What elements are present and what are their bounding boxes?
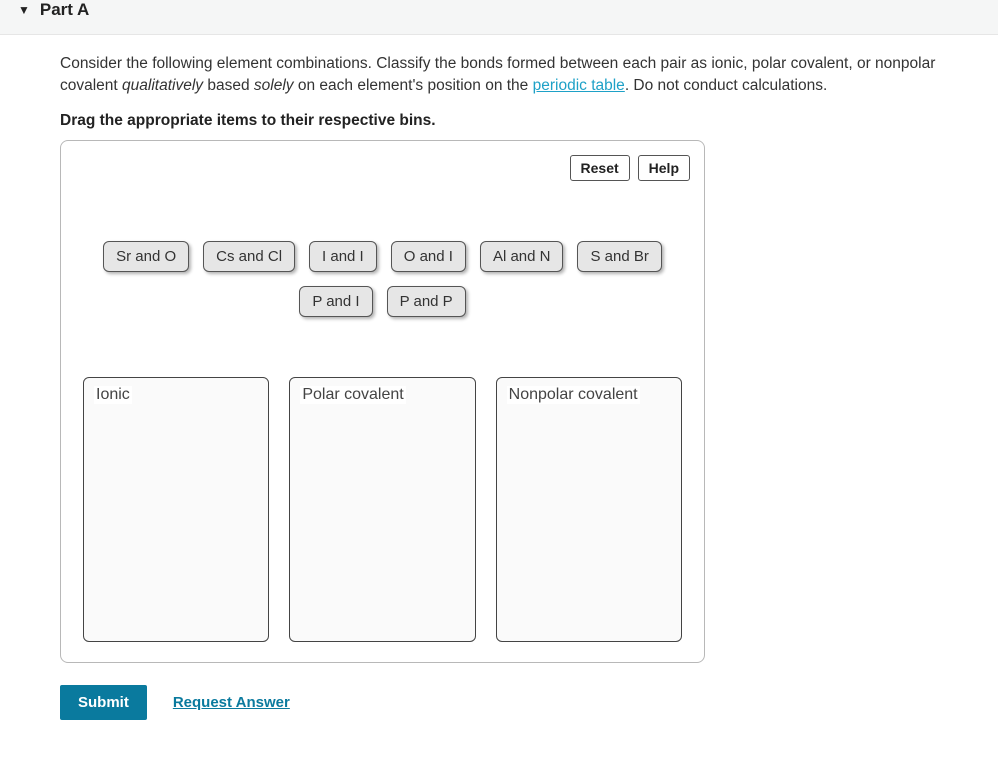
toolbar: Reset Help xyxy=(75,155,690,181)
work-area: Reset Help Sr and O Cs and Cl I and I O … xyxy=(60,140,705,663)
actions-row: Submit Request Answer xyxy=(60,685,988,720)
items-row: Sr and O Cs and Cl I and I O and I Al an… xyxy=(95,241,670,317)
content-area: Consider the following element combinati… xyxy=(0,35,998,730)
question-post: . Do not conduct calculations. xyxy=(625,77,827,94)
question-mid2: on each element's position on the xyxy=(294,77,533,94)
question-text: Consider the following element combinati… xyxy=(60,53,980,98)
request-answer-link[interactable]: Request Answer xyxy=(173,694,290,711)
drag-instruction: Drag the appropriate items to their resp… xyxy=(60,112,988,130)
bin-nonpolar-covalent[interactable]: Nonpolar covalent xyxy=(496,377,682,642)
item-chip-p-p[interactable]: P and P xyxy=(387,286,466,317)
item-chip-i-i[interactable]: I and I xyxy=(309,241,377,272)
help-button[interactable]: Help xyxy=(638,155,690,181)
reset-button[interactable]: Reset xyxy=(570,155,630,181)
periodic-table-link[interactable]: periodic table xyxy=(533,77,625,94)
question-em2: solely xyxy=(254,77,294,94)
bin-polar-covalent[interactable]: Polar covalent xyxy=(289,377,475,642)
bin-label-ionic: Ionic xyxy=(94,386,132,404)
bin-label-polar: Polar covalent xyxy=(300,386,405,404)
collapse-arrow-icon: ▼ xyxy=(18,3,30,17)
item-chip-sr-o[interactable]: Sr and O xyxy=(103,241,189,272)
page-container: ▼ Part A Consider the following element … xyxy=(0,0,998,730)
question-em1: qualitatively xyxy=(122,77,203,94)
part-header[interactable]: ▼ Part A xyxy=(0,0,998,35)
bin-ionic[interactable]: Ionic xyxy=(83,377,269,642)
item-chip-o-i[interactable]: O and I xyxy=(391,241,466,272)
submit-button[interactable]: Submit xyxy=(60,685,147,720)
item-chip-s-br[interactable]: S and Br xyxy=(577,241,661,272)
part-title: Part A xyxy=(40,0,89,20)
bin-label-nonpolar: Nonpolar covalent xyxy=(507,386,640,404)
bins-row: Ionic Polar covalent Nonpolar covalent xyxy=(75,377,690,642)
item-chip-p-i[interactable]: P and I xyxy=(299,286,372,317)
item-chip-al-n[interactable]: Al and N xyxy=(480,241,564,272)
question-mid1: based xyxy=(203,77,254,94)
item-chip-cs-cl[interactable]: Cs and Cl xyxy=(203,241,295,272)
